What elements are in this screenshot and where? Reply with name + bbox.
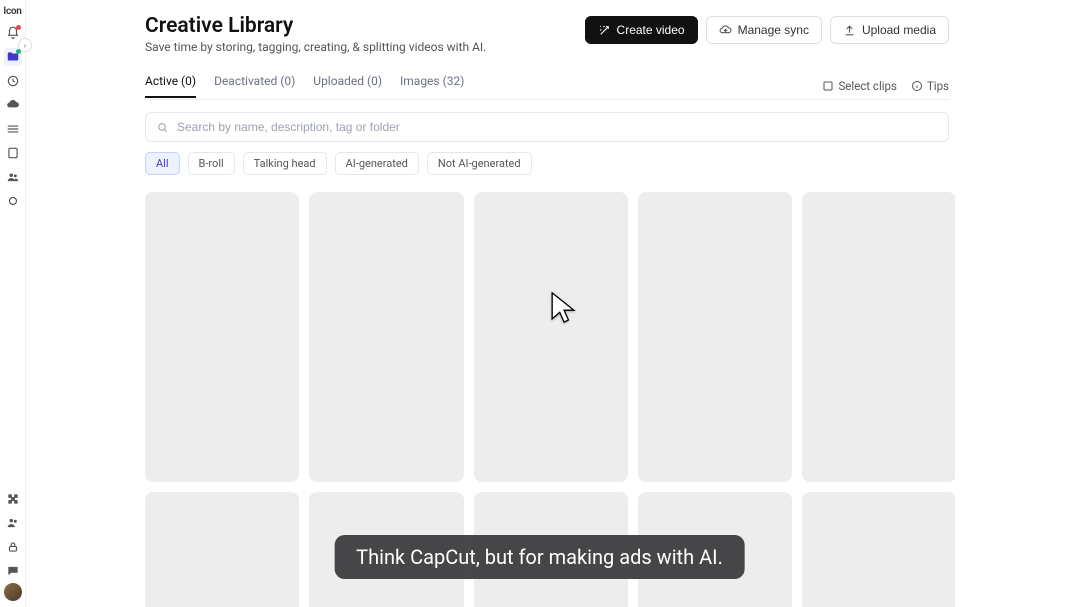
sidebar-item-notifications[interactable]	[4, 24, 22, 42]
skeleton-card	[145, 192, 299, 482]
wand-icon	[598, 24, 611, 37]
sidebar-item-upload[interactable]	[4, 96, 22, 114]
puzzle-icon	[6, 492, 20, 506]
people-icon	[6, 170, 20, 184]
sidebar-item-account[interactable]	[4, 538, 22, 556]
create-video-button[interactable]: Create video	[585, 16, 698, 44]
skeleton-card	[309, 192, 463, 482]
sync-cloud-icon	[719, 24, 732, 37]
sidebar: Icon ›	[0, 0, 26, 607]
header-actions: Create video Manage sync Upload media	[585, 16, 949, 44]
chat-icon	[6, 564, 20, 578]
tab-deactivated[interactable]: Deactivated (0)	[214, 74, 295, 97]
filter-chips: All B-roll Talking head AI-generated Not…	[145, 152, 949, 175]
sidebar-item-clock[interactable]	[4, 72, 22, 90]
search-icon	[156, 121, 169, 134]
manage-sync-label: Manage sync	[738, 23, 809, 37]
select-clips-button[interactable]: Select clips	[822, 79, 896, 93]
filter-talking-head[interactable]: Talking head	[243, 152, 327, 175]
chevron-right-icon: ›	[24, 41, 26, 50]
sidebar-item-library[interactable]	[4, 48, 22, 66]
notification-badge	[16, 25, 21, 30]
tabs-row: Active (0) Deactivated (0) Uploaded (0) …	[145, 72, 949, 100]
upload-media-button[interactable]: Upload media	[830, 16, 949, 44]
sidebar-item-help[interactable]	[4, 192, 22, 210]
select-clips-label: Select clips	[838, 79, 896, 93]
avatar[interactable]	[4, 583, 22, 601]
tab-uploaded[interactable]: Uploaded (0)	[313, 74, 382, 97]
page-subtitle: Save time by storing, tagging, creating,…	[145, 40, 486, 54]
clock-icon	[6, 74, 20, 88]
page-header: Creative Library Save time by storing, t…	[145, 14, 949, 54]
manage-sync-button[interactable]: Manage sync	[706, 16, 822, 44]
circle-icon	[6, 194, 20, 208]
upload-icon	[843, 24, 856, 37]
search-bar[interactable]	[145, 112, 949, 142]
filter-all[interactable]: All	[145, 152, 180, 175]
sidebar-item-assets[interactable]	[4, 120, 22, 138]
sidebar-item-editor[interactable]	[4, 144, 22, 162]
tips-label: Tips	[927, 79, 949, 93]
sidebar-item-puzzle[interactable]	[4, 490, 22, 508]
tabs: Active (0) Deactivated (0) Uploaded (0) …	[145, 74, 464, 97]
group-icon	[6, 516, 20, 530]
tab-images[interactable]: Images (32)	[400, 74, 464, 97]
skeleton-card	[802, 192, 955, 482]
filter-ai-generated[interactable]: AI-generated	[335, 152, 419, 175]
sidebar-item-team[interactable]	[4, 168, 22, 186]
upload-media-label: Upload media	[862, 23, 936, 37]
filter-broll[interactable]: B-roll	[188, 152, 235, 175]
skeleton-card	[638, 192, 792, 482]
skeleton-card	[802, 492, 955, 607]
sidebar-item-chat[interactable]	[4, 562, 22, 580]
skeleton-card	[145, 492, 299, 607]
document-icon	[6, 146, 20, 160]
tabs-right-actions: Select clips Tips	[822, 79, 949, 93]
brand-logo: Icon	[3, 6, 21, 17]
video-caption: Think CapCut, but for making ads with AI…	[334, 535, 745, 579]
cloud-icon	[6, 98, 20, 112]
info-icon	[911, 80, 923, 92]
filter-not-ai[interactable]: Not AI-generated	[427, 152, 532, 175]
select-icon	[822, 80, 834, 92]
skeleton-card	[474, 192, 628, 482]
page-title: Creative Library	[145, 14, 486, 38]
sidebar-item-settings-team[interactable]	[4, 514, 22, 532]
lock-icon	[6, 540, 20, 554]
title-block: Creative Library Save time by storing, t…	[145, 14, 486, 54]
create-video-label: Create video	[617, 23, 685, 37]
tips-button[interactable]: Tips	[911, 79, 949, 93]
tab-active[interactable]: Active (0)	[145, 74, 196, 98]
sync-badge	[16, 49, 21, 54]
search-input[interactable]	[177, 120, 938, 134]
main-content: Creative Library Save time by storing, t…	[145, 14, 949, 607]
layers-icon	[6, 122, 20, 136]
